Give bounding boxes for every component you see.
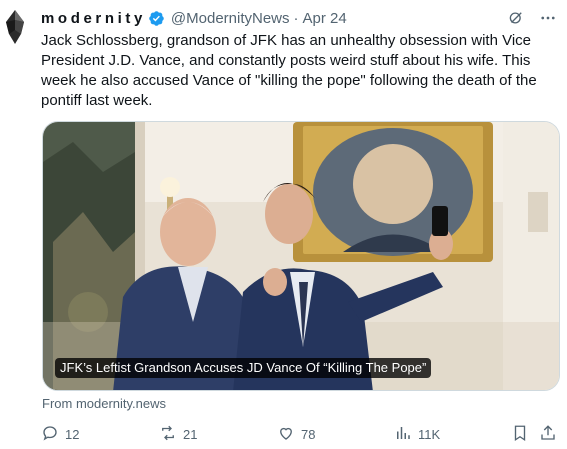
bookmark-button[interactable] (511, 424, 529, 445)
verified-badge-icon (148, 10, 165, 27)
tweet: modernity @ModernityNews · Apr 24 Jack S… (0, 0, 567, 449)
bookmark-icon (511, 424, 529, 445)
header-separator: · (293, 9, 299, 27)
reply-button[interactable]: 12 (41, 424, 79, 445)
repost-icon (159, 424, 177, 445)
share-icon (539, 424, 557, 445)
tweet-media-image[interactable]: JFK’s Leftist Grandson Accuses JD Vance … (42, 121, 560, 391)
action-bar: 12 21 78 11K (41, 424, 559, 446)
grok-icon[interactable] (507, 9, 525, 27)
more-icon[interactable] (539, 9, 557, 27)
header-actions (507, 9, 557, 27)
tweet-header: modernity @ModernityNews · Apr 24 (41, 8, 557, 28)
link-source[interactable]: From modernity.news (42, 396, 166, 411)
like-icon (277, 424, 295, 445)
tweet-date[interactable]: Apr 24 (303, 10, 347, 27)
reply-count: 12 (65, 427, 80, 442)
like-count: 78 (301, 427, 316, 442)
author-display-name[interactable]: modernity (41, 10, 146, 27)
repost-count: 21 (183, 427, 198, 442)
views-button[interactable]: 11K (394, 424, 440, 445)
like-button[interactable]: 78 (277, 424, 315, 445)
share-button[interactable] (539, 424, 557, 445)
reply-icon (41, 424, 59, 445)
views-icon (394, 424, 412, 445)
views-count: 11K (418, 427, 441, 442)
media-caption: JFK’s Leftist Grandson Accuses JD Vance … (55, 358, 432, 378)
avatar[interactable] (2, 8, 28, 48)
repost-button[interactable]: 21 (159, 424, 197, 445)
tweet-text: Jack Schlossberg, grandson of JFK has an… (41, 32, 537, 109)
author-handle[interactable]: @ModernityNews (171, 10, 290, 27)
